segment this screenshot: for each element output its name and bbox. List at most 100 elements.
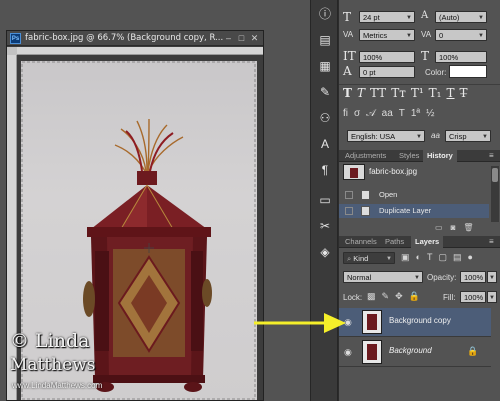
layer-name[interactable]: Background copy: [389, 316, 451, 325]
fill-label: Fill:: [443, 293, 456, 302]
opacity-field[interactable]: 100%: [460, 271, 486, 283]
ligature-icon[interactable]: fi: [343, 108, 348, 122]
info-icon[interactable]: ⓘ: [315, 4, 335, 24]
tab-layers[interactable]: Layers: [411, 236, 444, 248]
layer-filter-select[interactable]: ⌕ Kind ▼: [343, 252, 395, 264]
blend-mode-select[interactable]: Normal ▼: [343, 271, 423, 283]
strikethrough-icon[interactable]: T̶: [460, 86, 468, 102]
horizontal-ruler[interactable]: [17, 47, 263, 55]
visibility-eye-icon[interactable]: ◉: [344, 347, 354, 357]
history-snapshot[interactable]: fabric-box.jpg: [339, 163, 491, 181]
layer-thumbnail: [362, 340, 382, 364]
opentype-buttons: fi σ 𝒜 aa T 1ª ½: [343, 108, 493, 122]
tab-styles[interactable]: Styles: [395, 150, 423, 162]
lock-buttons: ▩ ✎ ✥ 🔒: [367, 291, 431, 303]
history-brush-checkbox[interactable]: [345, 207, 353, 215]
document-title-bar[interactable]: Ps fabric-box.jpg @ 66.7% (Background co…: [7, 31, 263, 46]
tracking-field[interactable]: 0 ▼: [435, 29, 487, 41]
lock-all-icon[interactable]: 🔒: [409, 291, 420, 303]
titling-icon[interactable]: T: [399, 108, 405, 122]
fill-field[interactable]: 100%: [460, 291, 486, 303]
minimize-icon[interactable]: –: [223, 33, 234, 44]
camera-icon[interactable]: ◙: [451, 223, 456, 233]
adjustment-filter-icon[interactable]: ◐: [416, 252, 421, 264]
layer-name[interactable]: Background: [389, 346, 432, 355]
tab-adjustments[interactable]: Adjustments: [341, 150, 390, 162]
all-caps-icon[interactable]: TT: [370, 86, 386, 102]
clone-source-icon[interactable]: ⚇: [315, 108, 335, 128]
type-filter-icon[interactable]: T: [427, 252, 433, 264]
layer-thumbnail: [362, 310, 382, 334]
history-scrollbar[interactable]: [491, 166, 499, 222]
panel-menu-icon[interactable]: ≡: [489, 151, 494, 160]
document-icon: [361, 190, 370, 200]
leading-icon: A: [421, 10, 429, 21]
vertical-scale-field[interactable]: 100%: [359, 51, 415, 63]
history-item-selected[interactable]: Duplicate Layer: [339, 204, 489, 218]
superscript-icon[interactable]: T¹: [411, 86, 424, 102]
lock-position-icon[interactable]: ✥: [395, 291, 403, 303]
snapshot-thumbnail: [343, 164, 365, 180]
leading-field[interactable]: (Auto) ▼: [435, 11, 487, 23]
tab-history[interactable]: History: [423, 150, 457, 162]
lock-pixels-icon[interactable]: ✎: [382, 291, 390, 303]
layer-row-selected[interactable]: ◉ Background copy: [339, 308, 491, 337]
layer-row[interactable]: ◉ Background 🔒: [339, 338, 491, 367]
alternates-icon[interactable]: aa: [382, 108, 393, 122]
vertical-scale-icon: IT: [343, 49, 356, 63]
kerning-field[interactable]: Metrics ▼: [359, 29, 415, 41]
tab-paths[interactable]: Paths: [381, 236, 408, 248]
fill-slider-toggle[interactable]: ▼: [487, 291, 497, 303]
watermark-line-2: Matthews: [10, 355, 96, 375]
close-icon[interactable]: ✕: [249, 33, 260, 44]
tab-channels[interactable]: Channels: [341, 236, 381, 248]
layers-tabbar: Channels Paths Layers ≡: [339, 236, 500, 248]
trash-icon[interactable]: 🗑: [463, 223, 473, 233]
divider: [339, 84, 500, 85]
paragraph-icon[interactable]: ¶: [315, 160, 335, 180]
navigator-icon[interactable]: ▤: [315, 30, 335, 50]
shape-filter-icon[interactable]: ▢: [438, 252, 447, 264]
faux-bold-icon[interactable]: T: [343, 86, 352, 102]
right-panel: T 24 pt ▼ A (Auto) ▼ VA Metrics ▼ VA 0 ▼ IT …: [338, 0, 500, 401]
history-item[interactable]: Open: [339, 188, 489, 202]
horizontal-scale-icon: T: [421, 49, 430, 63]
smart-object-filter-icon[interactable]: ▤: [453, 252, 462, 264]
ruler-origin[interactable]: [7, 47, 17, 55]
language-select[interactable]: English: USA ▼: [347, 130, 425, 142]
underline-icon[interactable]: T: [447, 86, 455, 102]
small-caps-icon[interactable]: Tᴛ: [391, 86, 406, 102]
faux-italic-icon[interactable]: T: [357, 86, 365, 102]
ordinals-icon[interactable]: 1ª: [411, 108, 420, 122]
baseline-shift-field[interactable]: 0 pt: [359, 66, 415, 78]
new-document-icon[interactable]: ▭: [435, 223, 443, 233]
opacity-label: Opacity:: [427, 273, 457, 282]
subscript-icon[interactable]: T₁: [429, 86, 442, 102]
font-size-field[interactable]: 24 pt ▼: [359, 11, 415, 23]
maximize-icon[interactable]: □: [236, 33, 247, 44]
tools-icon[interactable]: ✂: [315, 216, 335, 236]
swatches-icon[interactable]: ▦: [315, 56, 335, 76]
lock-transparency-icon[interactable]: ▩: [367, 291, 376, 303]
opacity-slider-toggle[interactable]: ▼: [487, 271, 497, 283]
filter-toggle-icon[interactable]: ●: [467, 252, 472, 264]
character-icon[interactable]: A: [315, 134, 335, 154]
history-item-label: Open: [379, 190, 398, 199]
photoshop-icon: Ps: [10, 33, 21, 44]
brush-icon[interactable]: ✎: [315, 82, 335, 102]
3d-cube-icon[interactable]: ◈: [315, 242, 335, 262]
antialias-select[interactable]: Crisp ▼: [445, 130, 491, 142]
notes-icon[interactable]: ▭: [315, 190, 335, 210]
panel-menu-icon[interactable]: ≡: [489, 237, 494, 246]
old-style-icon[interactable]: σ: [354, 108, 360, 122]
swash-icon[interactable]: 𝒜: [366, 108, 375, 122]
panel-icon-strip: ⓘ ▤ ▦ ✎ ⚇ A ¶ ▭ ✂ ◈: [310, 0, 338, 401]
pixel-filter-icon[interactable]: ▣: [401, 252, 410, 264]
horizontal-scale-field[interactable]: 100%: [435, 51, 487, 63]
history-brush-checkbox[interactable]: [345, 191, 353, 199]
baseline-shift-icon: A: [343, 64, 352, 78]
text-color-swatch[interactable]: [449, 65, 487, 78]
fractions-icon[interactable]: ½: [426, 108, 434, 122]
history-tabbar: Adjustments Styles History ≡: [339, 150, 500, 162]
tracking-icon: VA: [421, 30, 432, 39]
